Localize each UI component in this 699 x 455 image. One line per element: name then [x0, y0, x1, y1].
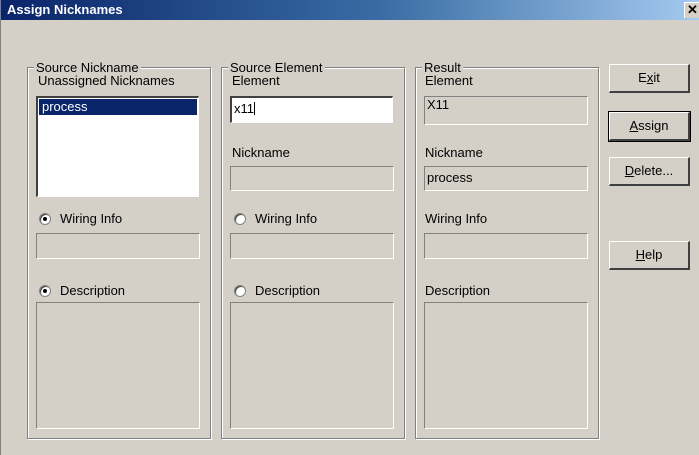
source-description-field: [36, 302, 200, 429]
source-nickname-field: [230, 166, 394, 191]
result-description-label: Description: [425, 283, 491, 298]
source-description-label[interactable]: Description: [60, 283, 125, 299]
source-wiring-info-label[interactable]: Wiring Info: [60, 211, 122, 227]
close-icon[interactable]: ✕: [684, 2, 699, 18]
result-nickname-label: Nickname: [425, 145, 483, 160]
element-wiring-info-label[interactable]: Wiring Info: [255, 211, 317, 227]
result-element-field: X11: [424, 96, 588, 125]
assign-nicknames-dialog: Assign Nicknames ✕ Source Nickname Unass…: [0, 0, 699, 455]
element-description-field: [230, 302, 394, 429]
element-description-radio[interactable]: [234, 285, 246, 297]
element-wiring-info-field: [230, 233, 394, 259]
unassigned-nicknames-label: Unassigned Nicknames: [38, 73, 175, 88]
window-title: Assign Nicknames: [7, 2, 123, 17]
result-nickname-field: process: [424, 166, 588, 191]
exit-button[interactable]: Exit: [609, 64, 690, 93]
assign-button[interactable]: Assign: [608, 111, 691, 142]
help-button[interactable]: Help: [609, 241, 690, 270]
title-bar[interactable]: Assign Nicknames ✕: [1, 0, 699, 20]
result-wiring-info-label: Wiring Info: [425, 211, 488, 226]
text-caret: [254, 102, 255, 115]
source-description-radio[interactable]: [39, 285, 51, 297]
result-element-label: Element: [425, 73, 473, 88]
delete-button[interactable]: Delete...: [609, 157, 690, 186]
list-item[interactable]: process: [39, 99, 197, 115]
result-description-field: [424, 302, 588, 429]
element-description-label[interactable]: Description: [255, 283, 320, 299]
source-element-label: Element: [232, 73, 280, 88]
result-wiring-info-field: [424, 233, 588, 259]
source-wiring-info-radio[interactable]: [39, 213, 51, 225]
source-element-input[interactable]: x11: [230, 96, 393, 123]
unassigned-nicknames-listbox[interactable]: process: [36, 96, 199, 197]
source-element-value: x11: [234, 101, 254, 116]
element-wiring-info-radio[interactable]: [234, 213, 246, 225]
source-nickname-label: Nickname: [232, 145, 290, 160]
source-wiring-info-field: [36, 233, 200, 259]
